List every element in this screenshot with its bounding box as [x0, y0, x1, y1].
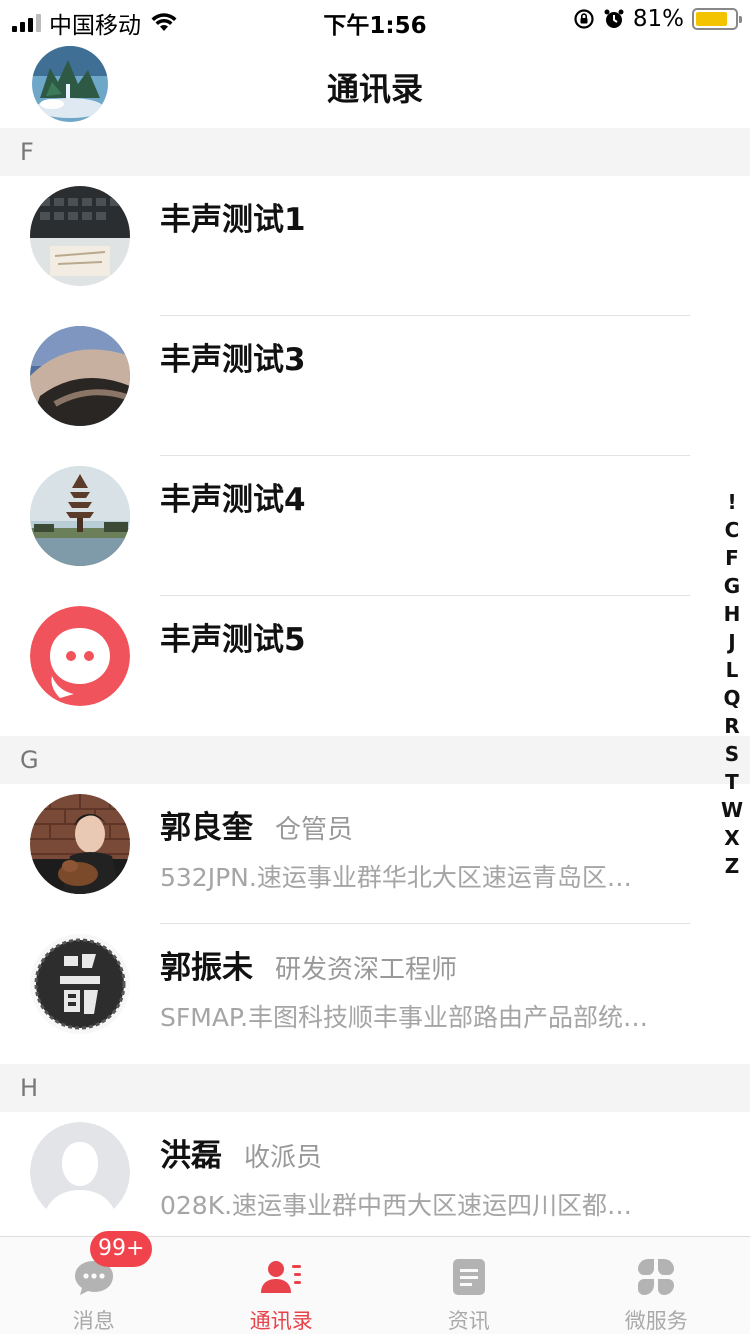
- tab-news[interactable]: 资讯: [375, 1237, 563, 1334]
- contact-row[interactable]: 丰声测试4: [0, 456, 750, 596]
- index-letter[interactable]: L: [720, 656, 744, 684]
- contact-role: 收派员: [244, 1143, 323, 1173]
- document-icon: [452, 1259, 485, 1295]
- index-letter[interactable]: X: [720, 824, 744, 852]
- index-letter[interactable]: G: [720, 572, 744, 600]
- contact-name: 丰声测试3: [160, 342, 306, 378]
- contact-avatar: [30, 186, 130, 286]
- index-letter[interactable]: !: [720, 488, 744, 516]
- navbar: 通讯录: [0, 40, 750, 128]
- tab-label: 通讯录: [249, 1309, 313, 1333]
- status-right: 81%: [573, 6, 742, 32]
- contact-avatar: [30, 606, 130, 706]
- contact-row[interactable]: 洪磊 收派员 028K.速运事业群中西大区速运四川区都…: [0, 1112, 750, 1236]
- index-letter[interactable]: J: [720, 628, 744, 656]
- contact-avatar: [30, 794, 130, 894]
- section-header-h: H: [0, 1064, 750, 1112]
- default-avatar-icon: [30, 1122, 130, 1222]
- status-bar: 中国移动 下午1:56 81%: [0, 0, 750, 40]
- contact-name: 丰声测试5: [160, 622, 306, 658]
- contact-row[interactable]: 丰声测试1: [0, 176, 750, 316]
- contact-name-text: 郭良奎: [160, 810, 253, 846]
- tab-messages[interactable]: 99+ 消息: [0, 1231, 188, 1334]
- tab-label: 微服务: [624, 1309, 688, 1333]
- index-letter[interactable]: T: [720, 768, 744, 796]
- contact-name-text: 洪磊: [160, 1138, 222, 1174]
- section-header-g: G: [0, 736, 750, 784]
- rotation-lock-icon: [574, 9, 594, 29]
- clover-grid-icon: [638, 1259, 675, 1295]
- tab-bar: 99+ 消息 通讯录 资讯 微服务: [0, 1231, 750, 1334]
- index-letter[interactable]: Z: [720, 852, 744, 880]
- contact-name-text: 郭振未: [160, 950, 253, 986]
- contact-name: 郭良奎 仓管员: [160, 802, 353, 847]
- section-header-f: F: [0, 128, 750, 176]
- tab-label: 消息: [72, 1309, 115, 1333]
- contact-role: 研发资深工程师: [275, 955, 458, 985]
- contacts-icon: [261, 1261, 302, 1293]
- contact-name: 丰声测试1: [160, 202, 306, 238]
- contact-name: 郭振未 研发资深工程师: [160, 942, 457, 987]
- index-letter[interactable]: R: [720, 712, 744, 740]
- tab-label: 资讯: [447, 1309, 490, 1333]
- contact-role: 仓管员: [275, 815, 354, 845]
- contact-row[interactable]: 郭振未 研发资深工程师 SFMAP.丰图科技顺丰事业部路由产品部统…: [0, 924, 750, 1064]
- contact-row[interactable]: 郭良奎 仓管员 532JPN.速运事业群华北大区速运青岛区…: [0, 784, 750, 924]
- contact-row[interactable]: 丰声测试5: [0, 596, 750, 736]
- alphabet-index[interactable]: ! C F G H J L Q R S T W X Z: [720, 488, 744, 880]
- unread-badge: 99+: [90, 1231, 153, 1267]
- contact-row[interactable]: 丰声测试3: [0, 316, 750, 456]
- contact-name: 丰声测试4: [160, 482, 306, 518]
- alarm-icon: [604, 9, 624, 28]
- contact-department: SFMAP.丰图科技顺丰事业部路由产品部统…: [160, 1003, 649, 1032]
- contact-name: 洪磊 收派员: [160, 1130, 322, 1175]
- index-letter[interactable]: H: [720, 600, 744, 628]
- contact-department: 532JPN.速运事业群华北大区速运青岛区…: [160, 863, 632, 892]
- contact-department: 028K.速运事业群中西大区速运四川区都…: [160, 1191, 633, 1220]
- page-title: 通讯录: [326, 70, 423, 108]
- index-letter[interactable]: W: [720, 796, 744, 824]
- tab-contacts[interactable]: 通讯录: [188, 1237, 376, 1334]
- tab-microservices[interactable]: 微服务: [563, 1237, 750, 1334]
- battery-icon: [692, 8, 742, 30]
- battery-fill: [696, 12, 727, 26]
- battery-percent: 81%: [632, 6, 684, 32]
- contact-avatar: [30, 934, 130, 1034]
- index-letter[interactable]: Q: [720, 684, 744, 712]
- contact-avatar: [30, 466, 130, 566]
- index-letter[interactable]: C: [720, 516, 744, 544]
- index-letter[interactable]: S: [720, 740, 744, 768]
- index-letter[interactable]: F: [720, 544, 744, 572]
- contact-list[interactable]: F 丰声测试1 丰声测试3 丰声测试4 丰声测试5 G 郭良奎 仓管员 532J…: [0, 128, 750, 1236]
- contact-avatar: [30, 326, 130, 426]
